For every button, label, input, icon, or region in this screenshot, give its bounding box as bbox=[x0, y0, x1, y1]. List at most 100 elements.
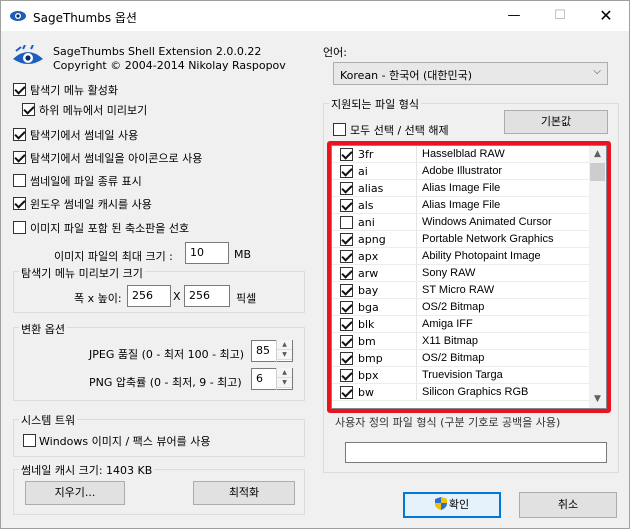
format-checkbox[interactable] bbox=[340, 369, 353, 382]
preview-times-label: X bbox=[173, 290, 181, 303]
cancel-button[interactable]: 취소 bbox=[519, 492, 617, 518]
embedded-thumbnail-checkbox[interactable] bbox=[13, 221, 26, 234]
format-row[interactable]: ani Windows Animated Cursor bbox=[332, 214, 590, 231]
submenu-preview-checkbox[interactable] bbox=[22, 103, 35, 116]
windows-cache-label: 윈도우 썸네일 캐시를 사용 bbox=[30, 198, 152, 211]
spin-up-icon[interactable]: ▲ bbox=[277, 340, 292, 350]
jpeg-quality-label: JPEG 품질 (0 - 최저 100 - 최고) bbox=[89, 348, 245, 361]
format-row[interactable]: bay ST Micro RAW bbox=[332, 282, 590, 299]
max-size-input[interactable]: 10 bbox=[185, 242, 229, 264]
format-row[interactable]: als Alias Image File bbox=[332, 197, 590, 214]
supported-formats-title: 지원되는 파일 형식 bbox=[329, 96, 421, 112]
preview-unit-label: 픽셀 bbox=[236, 292, 257, 305]
format-extension: als bbox=[358, 199, 374, 212]
format-description: OS/2 Bitmap bbox=[422, 352, 485, 364]
column-separator bbox=[416, 333, 417, 350]
formats-list-scrollbar[interactable]: ▲ ▼ bbox=[589, 146, 606, 408]
thumbnails-as-icons-checkbox[interactable] bbox=[13, 151, 26, 164]
column-separator bbox=[416, 163, 417, 180]
clear-cache-button[interactable]: 지우기... bbox=[25, 481, 125, 505]
preview-width-input[interactable]: 256 bbox=[127, 285, 171, 307]
explorer-thumbnails-checkbox[interactable] bbox=[13, 128, 26, 141]
preview-size-group-title: 탐색기 메뉴 미리보기 크기 bbox=[19, 265, 145, 281]
jpeg-quality-spinner[interactable]: ▲ ▼ bbox=[276, 340, 292, 362]
format-checkbox[interactable] bbox=[340, 301, 353, 314]
custom-formats-input[interactable] bbox=[345, 442, 607, 463]
format-checkbox[interactable] bbox=[340, 267, 353, 280]
embedded-thumbnail-label: 이미지 파일 포함 된 축소판을 선호 bbox=[30, 222, 190, 235]
format-row[interactable]: ai Adobe Illustrator bbox=[332, 163, 590, 180]
png-compression-label: PNG 압축률 (0 - 최저, 9 - 최고) bbox=[89, 376, 242, 389]
scroll-thumb[interactable] bbox=[590, 163, 605, 181]
format-row[interactable]: bga OS/2 Bitmap bbox=[332, 299, 590, 316]
format-description: Adobe Illustrator bbox=[422, 165, 503, 177]
format-row[interactable]: bpx Truevision Targa bbox=[332, 367, 590, 384]
format-row[interactable]: bm X11 Bitmap bbox=[332, 333, 590, 350]
format-extension: arw bbox=[358, 267, 379, 280]
column-separator bbox=[416, 316, 417, 333]
ok-button[interactable]: 확인 bbox=[403, 492, 501, 518]
format-checkbox[interactable] bbox=[340, 335, 353, 348]
format-extension: ani bbox=[358, 216, 375, 229]
format-checkbox[interactable] bbox=[340, 199, 353, 212]
format-row[interactable]: apng Portable Network Graphics bbox=[332, 231, 590, 248]
show-file-type-label: 썸네일에 파일 종류 표시 bbox=[30, 175, 142, 188]
format-description: OS/2 Bitmap bbox=[422, 301, 485, 313]
show-file-type-checkbox[interactable] bbox=[13, 174, 26, 187]
format-description: Portable Network Graphics bbox=[422, 233, 554, 245]
format-checkbox[interactable] bbox=[340, 352, 353, 365]
shield-icon bbox=[434, 497, 447, 510]
language-label: 언어: bbox=[323, 46, 347, 59]
format-checkbox[interactable] bbox=[340, 386, 353, 399]
windows-cache-checkbox[interactable] bbox=[13, 197, 26, 210]
system-tray-group-title: 시스템 트워 bbox=[19, 412, 78, 428]
format-extension: bw bbox=[358, 386, 374, 399]
minimize-button[interactable]: — bbox=[491, 1, 537, 31]
format-checkbox[interactable] bbox=[340, 284, 353, 297]
close-button[interactable]: ✕ bbox=[583, 1, 629, 31]
spin-down-icon[interactable]: ▼ bbox=[277, 378, 292, 388]
maximize-button[interactable]: ☐ bbox=[537, 1, 583, 31]
format-description: Silicon Graphics RGB bbox=[422, 386, 529, 398]
optimize-cache-button[interactable]: 최적화 bbox=[193, 481, 295, 505]
convert-options-group-title: 변환 옵션 bbox=[19, 321, 67, 337]
product-name: SageThumbs Shell Extension 2.0.0.22 bbox=[53, 45, 262, 58]
language-select[interactable]: Korean - 한국어 (대한민국) ⌵ bbox=[333, 62, 608, 85]
format-row[interactable]: bw Silicon Graphics RGB bbox=[332, 384, 590, 401]
preview-size-label: 폭 x 높이: bbox=[74, 292, 122, 305]
formats-list[interactable]: 3fr Hasselblad RAW ai Adobe Illustrator alia… bbox=[331, 145, 607, 409]
select-all-checkbox[interactable] bbox=[333, 123, 346, 136]
format-checkbox[interactable] bbox=[340, 165, 353, 178]
format-extension: ai bbox=[358, 165, 368, 178]
window-title: SageThumbs 옵션 bbox=[33, 11, 137, 25]
defaults-button[interactable]: 기본값 bbox=[504, 110, 608, 134]
windows-viewer-checkbox[interactable] bbox=[23, 434, 36, 447]
format-checkbox[interactable] bbox=[340, 182, 353, 195]
spin-down-icon[interactable]: ▼ bbox=[277, 350, 292, 360]
png-compression-spinner[interactable]: ▲ ▼ bbox=[276, 368, 292, 390]
format-checkbox[interactable] bbox=[340, 216, 353, 229]
format-checkbox[interactable] bbox=[340, 148, 353, 161]
format-checkbox[interactable] bbox=[340, 233, 353, 246]
windows-viewer-label: Windows 이미지 / 팩스 뷰어를 사용 bbox=[39, 435, 211, 448]
column-separator bbox=[416, 265, 417, 282]
explorer-thumbnails-label: 탐색기에서 썸네일 사용 bbox=[30, 129, 139, 142]
format-checkbox[interactable] bbox=[340, 318, 353, 331]
format-row[interactable]: apx Ability Photopaint Image bbox=[332, 248, 590, 265]
enable-menu-checkbox[interactable] bbox=[13, 83, 26, 96]
spin-up-icon[interactable]: ▲ bbox=[277, 368, 292, 378]
format-description: Hasselblad RAW bbox=[422, 148, 505, 160]
format-checkbox[interactable] bbox=[340, 250, 353, 263]
column-separator bbox=[416, 384, 417, 401]
preview-height-input[interactable]: 256 bbox=[184, 285, 230, 307]
chevron-down-icon: ⌵ bbox=[593, 66, 601, 77]
format-row[interactable]: arw Sony RAW bbox=[332, 265, 590, 282]
scroll-down-icon[interactable]: ▼ bbox=[589, 391, 606, 408]
format-row[interactable]: alias Alias Image File bbox=[332, 180, 590, 197]
format-row[interactable]: bmp OS/2 Bitmap bbox=[332, 350, 590, 367]
scroll-up-icon[interactable]: ▲ bbox=[589, 146, 606, 163]
enable-menu-label: 탐색기 메뉴 활성화 bbox=[30, 84, 118, 97]
format-row[interactable]: blk Amiga IFF bbox=[332, 316, 590, 333]
format-row[interactable]: 3fr Hasselblad RAW bbox=[332, 146, 590, 163]
format-description: Alias Image File bbox=[422, 182, 501, 194]
